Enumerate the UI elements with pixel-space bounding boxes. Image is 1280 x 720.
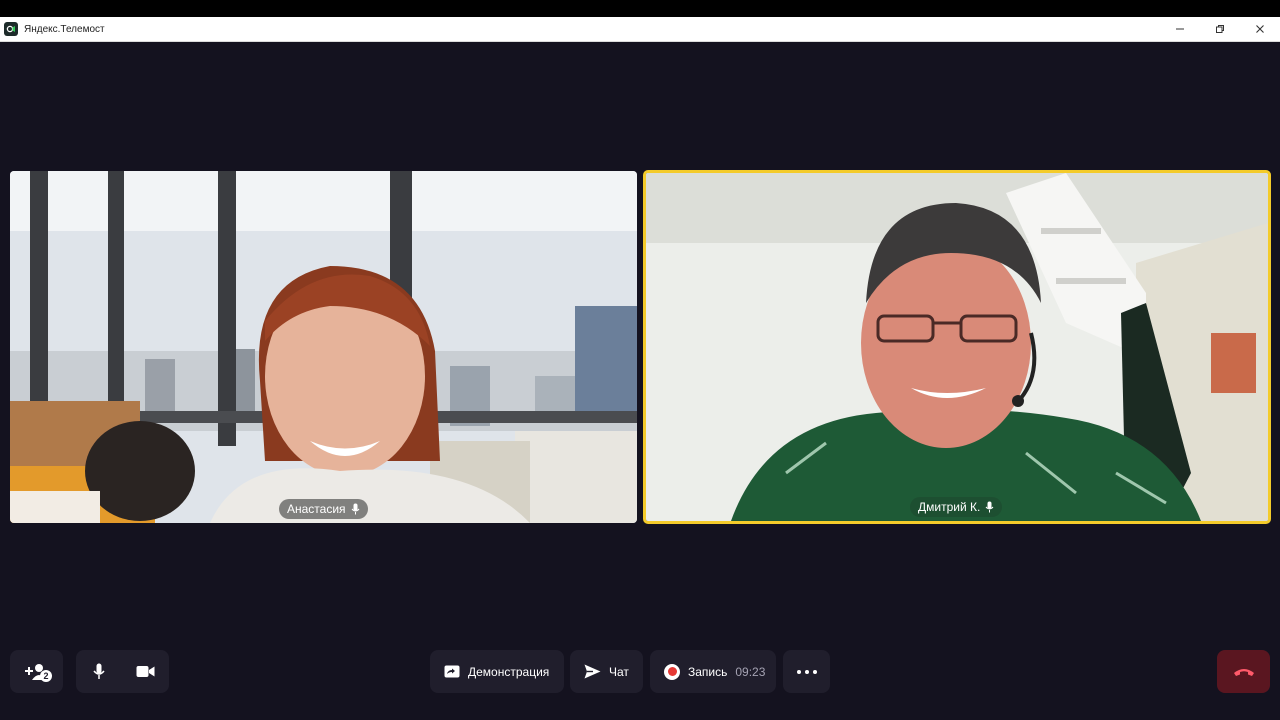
- chat-button[interactable]: Чат: [570, 650, 643, 693]
- record-icon: [664, 663, 680, 680]
- call-stage: Анастасия Дмитрий К. 2 Демонстрация Чат …: [0, 42, 1280, 720]
- chat-label: Чат: [609, 664, 629, 679]
- participant-name-tag: Анастасия: [279, 499, 368, 519]
- camera-icon: [136, 666, 154, 677]
- participant-video: [10, 171, 637, 523]
- record-timer: 09:23: [735, 664, 766, 679]
- participant-tile-anastasia[interactable]: Анастасия: [10, 171, 637, 523]
- more-options-button[interactable]: [783, 650, 830, 693]
- participant-video: [646, 173, 1268, 521]
- participant-name-tag: Дмитрий К.: [910, 497, 1003, 517]
- hang-up-icon: [1233, 668, 1254, 676]
- screen-share-icon: [444, 665, 460, 678]
- restore-icon: [1216, 25, 1224, 33]
- close-button[interactable]: [1240, 17, 1280, 42]
- record-button[interactable]: Запись 09:23: [650, 650, 776, 693]
- letterbox-top: [0, 0, 1280, 17]
- microphone-button[interactable]: [76, 650, 122, 693]
- record-label: Запись: [688, 664, 728, 679]
- restore-button[interactable]: [1200, 17, 1240, 42]
- camera-button[interactable]: [122, 650, 168, 693]
- participant-name: Анастасия: [287, 502, 346, 516]
- invite-participants-button[interactable]: 2: [10, 650, 63, 693]
- window-titlebar: Яндекс.Телемост: [0, 17, 1280, 42]
- window-title: Яндекс.Телемост: [24, 23, 105, 35]
- microphone-icon: [93, 663, 105, 679]
- screen-share-button[interactable]: Демонстрация: [430, 650, 564, 693]
- close-icon: [1256, 25, 1264, 33]
- participant-name: Дмитрий К.: [918, 500, 981, 514]
- screen-share-label: Демонстрация: [468, 664, 550, 679]
- minimize-icon: [1176, 28, 1184, 30]
- media-controls: [76, 650, 169, 693]
- participant-tile-dmitry[interactable]: Дмитрий К.: [643, 170, 1271, 524]
- microphone-icon: [985, 501, 994, 513]
- telemost-app-icon: [4, 22, 18, 36]
- minimize-button[interactable]: [1160, 17, 1200, 42]
- more-icon: [796, 669, 817, 674]
- window-controls: [1160, 17, 1280, 42]
- microphone-icon: [351, 503, 359, 515]
- hang-up-button[interactable]: [1217, 650, 1270, 693]
- participant-count-badge: 2: [40, 670, 52, 682]
- send-icon: [584, 664, 601, 679]
